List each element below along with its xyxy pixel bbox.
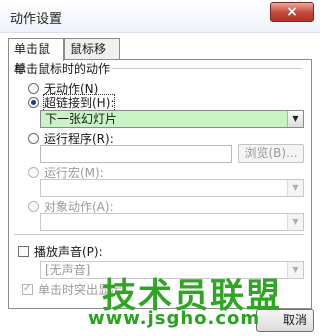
radio-hyperlink-circle[interactable] bbox=[28, 97, 39, 108]
program-path-input[interactable] bbox=[40, 145, 232, 163]
sound-dropdown-value: [无声音] bbox=[45, 263, 91, 277]
hyperlink-dropdown-value: 下一张幻灯片 bbox=[45, 112, 118, 126]
radio-object-action-circle[interactable] bbox=[28, 201, 39, 212]
browse-button[interactable]: 浏览(B)... bbox=[238, 144, 304, 163]
checkbox-play-sound-box[interactable] bbox=[18, 246, 29, 257]
action-settings-dialog: 动作设置 × 单击鼠标 鼠标移过 单击鼠标时的动作 无动作(N) 超链接到(H)… bbox=[0, 0, 320, 336]
checkbox-play-sound-label: 播放声音(P): bbox=[34, 245, 103, 259]
radio-hyperlink-label: 超链接到(H): bbox=[42, 94, 116, 112]
group-divider bbox=[112, 68, 302, 69]
chevron-down-icon[interactable]: ▼ bbox=[287, 214, 303, 230]
cancel-button-label: 取消 bbox=[282, 313, 307, 327]
group-title: 单击鼠标时的动作 bbox=[14, 60, 115, 77]
radio-run-macro-circle[interactable] bbox=[28, 167, 39, 178]
tab-mouse-over[interactable]: 鼠标移过 bbox=[64, 38, 120, 76]
chevron-down-icon[interactable]: ▼ bbox=[287, 262, 303, 278]
hyperlink-dropdown[interactable]: 下一张幻灯片 ▼ bbox=[40, 110, 304, 128]
title-bar: 动作设置 × bbox=[0, 0, 320, 33]
checkbox-highlight-click[interactable]: 单击时突出显示 bbox=[22, 281, 123, 298]
close-icon: × bbox=[286, 4, 298, 20]
watermark-url: www.jsgho.com bbox=[88, 308, 261, 329]
checkbox-highlight-click-label: 单击时突出显示 bbox=[38, 283, 123, 297]
object-action-dropdown[interactable]: ▼ bbox=[40, 213, 304, 231]
checkbox-highlight-click-box[interactable] bbox=[22, 281, 33, 297]
cancel-button[interactable]: 取消 bbox=[256, 309, 314, 332]
radio-run-program-circle[interactable] bbox=[28, 133, 39, 144]
radio-no-action-circle[interactable] bbox=[28, 83, 39, 94]
dialog-title: 动作设置 bbox=[10, 12, 63, 27]
checkbox-play-sound[interactable]: 播放声音(P): bbox=[18, 244, 103, 260]
chevron-down-icon[interactable]: ▼ bbox=[287, 180, 303, 196]
sound-dropdown[interactable]: [无声音] ▼ bbox=[40, 261, 304, 279]
macro-dropdown[interactable]: ▼ bbox=[40, 179, 304, 197]
chevron-down-icon[interactable]: ▼ bbox=[287, 111, 303, 127]
section-divider bbox=[14, 234, 304, 235]
close-button[interactable]: × bbox=[270, 2, 314, 22]
tab-mouse-click[interactable]: 单击鼠标 bbox=[8, 38, 64, 76]
radio-hyperlink[interactable]: 超链接到(H): bbox=[28, 94, 116, 112]
